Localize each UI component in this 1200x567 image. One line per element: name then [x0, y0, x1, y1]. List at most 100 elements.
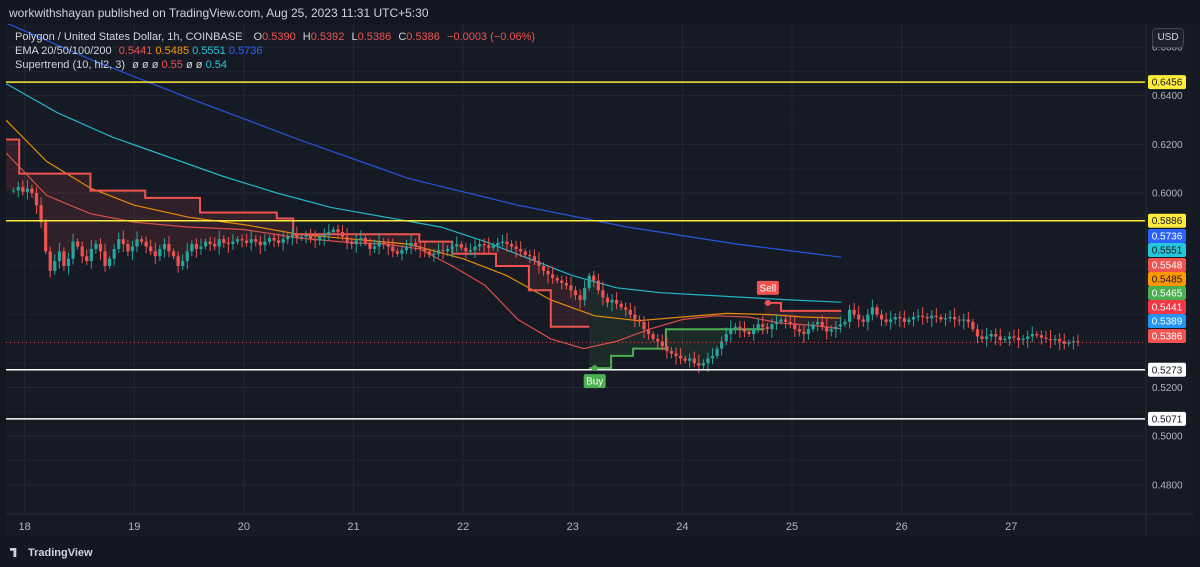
- candle-body: [930, 315, 934, 319]
- x-tick-label: 20: [238, 521, 250, 533]
- candle-body: [564, 282, 568, 286]
- candle-body: [605, 297, 610, 303]
- x-tick-label: 23: [567, 521, 579, 533]
- candle-body: [130, 246, 135, 252]
- legend-supertrend-value-4: 0.54: [205, 59, 227, 71]
- candle-body: [573, 290, 578, 296]
- candle-body: [784, 319, 788, 322]
- candle-body: [240, 239, 244, 241]
- candle-body: [16, 186, 20, 191]
- level-badge-label: 0.5886: [1152, 216, 1183, 227]
- tradingview-logo[interactable]: TradingView: [10, 547, 93, 559]
- y-tick-label: 0.5200: [1152, 383, 1183, 394]
- candle-body: [176, 256, 180, 266]
- price-badge-label: 0.5465: [1152, 289, 1183, 300]
- candle-body: [665, 346, 669, 352]
- candle-body: [788, 321, 792, 325]
- candle-body: [450, 246, 454, 249]
- legend-supertrend-value-3: ø: [195, 59, 203, 71]
- x-tick-label: 21: [347, 521, 359, 533]
- candle-body: [646, 329, 651, 335]
- candle-body: [829, 329, 833, 332]
- candle-body: [1062, 341, 1066, 344]
- legend-ema-row[interactable]: EMA 20/50/100/200 0.5441 0.5485 0.5551 0…: [15, 44, 535, 58]
- candle-body: [998, 336, 1002, 341]
- plot-area: Buy Sell: [6, 24, 1145, 420]
- candle-body: [628, 309, 632, 315]
- candle-body: [1012, 336, 1016, 338]
- candle-body: [1044, 337, 1048, 339]
- candle-body: [971, 321, 975, 330]
- candle-body: [359, 237, 363, 241]
- candle-body: [382, 241, 386, 245]
- candle-body: [592, 275, 596, 281]
- candle-body: [1048, 338, 1053, 341]
- candle-body: [441, 250, 445, 252]
- legend-symbol: Polygon / United States Dollar, 1h, COIN…: [15, 31, 243, 43]
- candle-body: [372, 246, 377, 249]
- currency-button[interactable]: USD: [1152, 28, 1184, 48]
- supertrend-down-fill: [6, 139, 590, 327]
- level-badge-label: 0.5071: [1152, 414, 1183, 425]
- candle-body: [313, 239, 317, 241]
- candle-body: [870, 307, 875, 315]
- candle-body: [1003, 338, 1007, 341]
- candle-body: [459, 244, 463, 248]
- candle-body: [825, 326, 829, 332]
- candle-body: [875, 307, 879, 315]
- candle-body: [615, 300, 619, 304]
- candle-body: [455, 244, 459, 247]
- legend-supertrend-row[interactable]: Supertrend (10, hl2, 3) ø ø ø 0.55 ø ø 0…: [15, 58, 535, 72]
- candle-body: [121, 239, 125, 245]
- candle-body: [89, 248, 93, 262]
- candle-body: [34, 193, 39, 206]
- candle-body: [222, 239, 226, 243]
- candle-body: [948, 317, 952, 319]
- candle-body: [144, 241, 148, 247]
- candle-body: [651, 334, 655, 339]
- candle-body: [414, 242, 418, 247]
- candle-body: [811, 324, 815, 330]
- candle-body: [368, 242, 372, 249]
- candle-body: [761, 324, 765, 327]
- candle-body: [724, 334, 728, 342]
- candle-body: [354, 240, 358, 245]
- candle-body: [76, 241, 80, 247]
- candle-body: [1035, 334, 1039, 336]
- candle-body: [194, 244, 198, 249]
- candle-body: [377, 241, 381, 247]
- price-badge-label: 0.5441: [1152, 303, 1183, 314]
- candle-body: [21, 186, 25, 192]
- signal-dot: [764, 299, 771, 306]
- candle-body: [171, 251, 176, 257]
- candle-body: [587, 275, 591, 288]
- price-badge-label: 0.5389: [1152, 317, 1183, 328]
- candle-body: [975, 329, 980, 337]
- candle-body: [994, 334, 998, 337]
- candle-body: [765, 326, 769, 330]
- candle-body: [427, 251, 431, 256]
- candle-body: [674, 353, 678, 356]
- candle-body: [596, 280, 600, 291]
- candle-body: [934, 315, 938, 318]
- candle-body: [53, 261, 57, 271]
- y-tick-label: 0.5000: [1152, 432, 1183, 443]
- candle-body: [669, 351, 674, 354]
- candle-body: [409, 242, 413, 247]
- candle-body: [66, 258, 71, 266]
- legend-supertrend-value-1: 0.55: [161, 59, 183, 71]
- candle-body: [473, 246, 477, 251]
- candle-body: [418, 246, 422, 249]
- price-badge-label: 0.5736: [1152, 232, 1183, 243]
- candle-body: [1039, 335, 1044, 338]
- candle-body: [966, 319, 970, 322]
- candle-body: [98, 244, 103, 252]
- candle-body: [893, 317, 897, 320]
- candle-body: [866, 314, 870, 322]
- price-chart[interactable]: 0.66000.64000.62000.60000.52000.50000.48…: [0, 0, 1200, 540]
- candle-body: [1026, 336, 1030, 339]
- candle-body: [624, 307, 628, 310]
- candle-body: [153, 251, 157, 257]
- candle-body: [336, 229, 340, 232]
- candle-body: [902, 318, 906, 322]
